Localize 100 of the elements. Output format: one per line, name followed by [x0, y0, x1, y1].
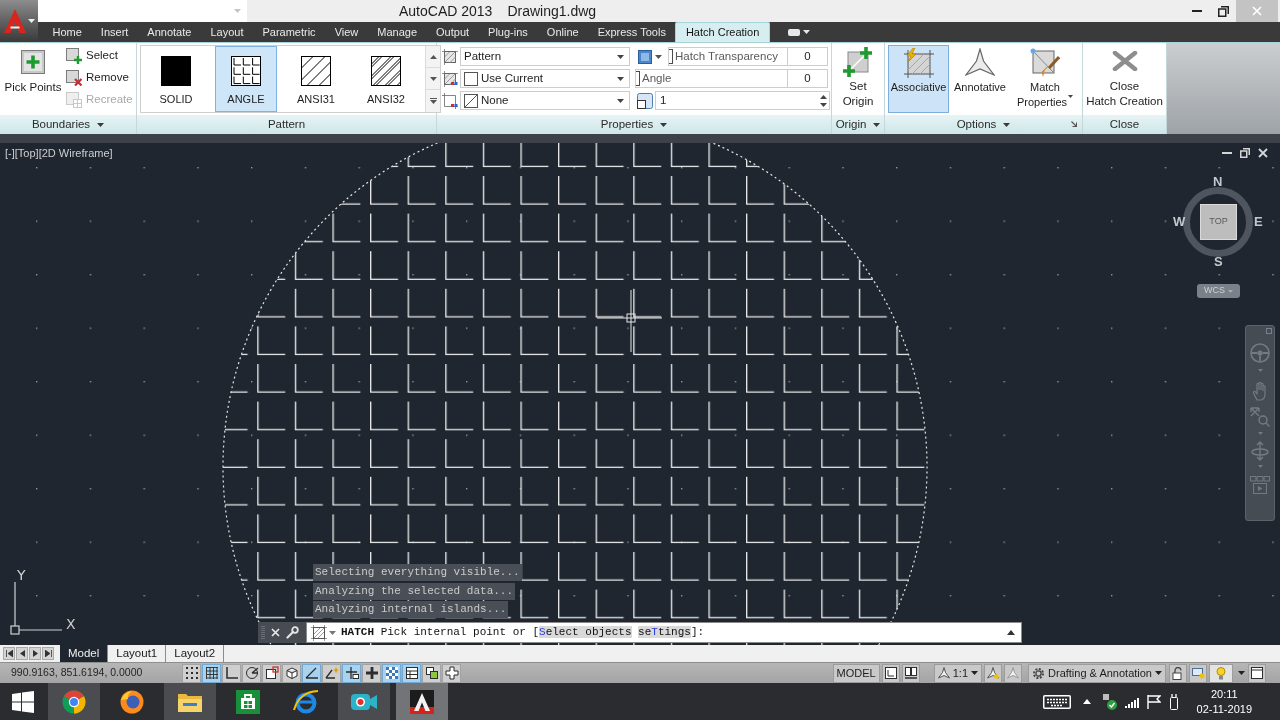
- caret-icon: [234, 9, 241, 13]
- value-field[interactable]: 0: [788, 47, 828, 66]
- panel-title-button[interactable]: Properties: [437, 115, 831, 134]
- network-status-button[interactable]: [1102, 693, 1117, 710]
- ribbon-tab[interactable]: Insert: [91, 22, 138, 42]
- command-input-field[interactable]: HATCH Pick internal point or [Select objects seTtings]:: [306, 622, 1022, 643]
- hardware-acceleration-button[interactable]: [1189, 663, 1207, 683]
- compass-ring[interactable]: [1183, 187, 1253, 257]
- hidden-icons-button[interactable]: [1082, 699, 1091, 704]
- ribbon-tab[interactable]: Home: [43, 22, 92, 42]
- pattern-swatch[interactable]: ANGLE: [215, 46, 277, 112]
- ribbon-tab[interactable]: Layout: [200, 22, 253, 42]
- ribbon-tab[interactable]: Express Tools: [588, 22, 676, 42]
- quick-properties-toggle[interactable]: [402, 663, 421, 683]
- model-tab[interactable]: Model: [60, 645, 109, 662]
- gallery-up-button[interactable]: [426, 46, 440, 68]
- ribbon-tab[interactable]: Output: [426, 22, 479, 42]
- toolbar-lock-button[interactable]: [1169, 663, 1187, 683]
- gallery-expand-button[interactable]: [426, 90, 440, 112]
- polar-toggle[interactable]: [242, 663, 261, 683]
- viewport-close-button[interactable]: [1258, 148, 1268, 158]
- viewcube-face[interactable]: TOP: [1200, 204, 1237, 240]
- spinner-button[interactable]: [820, 94, 827, 107]
- first-layout-button[interactable]: [3, 647, 15, 660]
- value-field[interactable]: 0: [788, 69, 828, 88]
- ribbon-tab[interactable]: Online: [537, 22, 589, 42]
- annotation-scale-button[interactable]: 1:1: [933, 663, 983, 683]
- annotative-button[interactable]: Annotative: [951, 45, 1009, 113]
- associative-button[interactable]: Associative: [888, 45, 949, 113]
- taskbar-app-button[interactable]: [396, 683, 448, 720]
- close-hatch-creation-button[interactable]: Close Hatch Creation: [1083, 43, 1166, 115]
- scale-field[interactable]: 1: [655, 91, 830, 110]
- set-origin-button[interactable]: Set Origin: [832, 43, 884, 115]
- notifications-flag-button[interactable]: [1146, 694, 1161, 709]
- object-tracking-toggle[interactable]: [302, 663, 321, 683]
- match-properties-button[interactable]: Match Properties: [1011, 45, 1079, 113]
- split-view-button[interactable]: [901, 663, 920, 683]
- panel-title-button[interactable]: Options: [956, 115, 1011, 134]
- ribbon-tab[interactable]: Parametric: [252, 22, 326, 42]
- status-menu-button[interactable]: [1238, 671, 1245, 675]
- annotation-monitor-toggle[interactable]: [442, 663, 461, 683]
- customize-button[interactable]: [286, 626, 299, 639]
- taskbar-app-button[interactable]: [164, 683, 216, 720]
- ribbon-tab[interactable]: View: [325, 22, 368, 42]
- gallery-down-button[interactable]: [426, 68, 440, 90]
- ribbon-tab[interactable]: Plug-ins: [478, 22, 538, 42]
- viewport-control[interactable]: [Top]: [14, 145, 39, 161]
- previous-layout-button[interactable]: [16, 647, 28, 660]
- dynamic-input-toggle[interactable]: [342, 663, 361, 683]
- panel-title-button[interactable]: Origin: [832, 115, 884, 134]
- caret-icon: [617, 76, 624, 81]
- selection-cycling-toggle[interactable]: [422, 663, 441, 683]
- select-button[interactable]: Select: [66, 45, 133, 67]
- slider-thumb[interactable]: [669, 49, 673, 64]
- transparency-type-button[interactable]: [635, 47, 665, 66]
- 3d-object-snap-toggle[interactable]: [282, 663, 301, 683]
- command-history-button[interactable]: [1007, 630, 1015, 635]
- clock-button[interactable]: 20:11 02-11-2019: [1196, 686, 1252, 717]
- touch-keyboard-button[interactable]: [1042, 694, 1071, 709]
- object-snap-toggle[interactable]: [262, 663, 281, 683]
- workspace-button[interactable]: Drafting & Annotation: [1028, 663, 1166, 683]
- slider-field[interactable]: Hatch Transparency: [668, 47, 788, 66]
- viewport-restore-button[interactable]: [1240, 148, 1250, 158]
- ribbon-tab[interactable]: Manage: [367, 22, 427, 42]
- annotation-visibility-button[interactable]: [984, 663, 1003, 683]
- layout-view-button[interactable]: [881, 663, 900, 683]
- minimize-icon: [1222, 152, 1232, 154]
- hatch-type-dropdown[interactable]: Pattern: [460, 47, 630, 66]
- model-space-button[interactable]: MODEL: [832, 663, 880, 683]
- triangle-down-icon: [429, 76, 437, 81]
- close-button[interactable]: [271, 628, 280, 637]
- ribbon-tab[interactable]: Annotate: [137, 22, 201, 42]
- tri-star-bulb-icon: [987, 667, 1000, 679]
- pick-points-button[interactable]: Pick Points: [2, 43, 64, 115]
- command-option[interactable]: seTtings: [638, 626, 691, 639]
- signal-button[interactable]: [1124, 695, 1139, 708]
- viewport-control[interactable]: [-]: [5, 145, 15, 161]
- snap-toggle[interactable]: [182, 663, 201, 683]
- slider-field[interactable]: Angle: [635, 69, 788, 88]
- command-option[interactable]: Select objects: [539, 626, 632, 639]
- ribbon-tab[interactable]: Hatch Creation: [675, 22, 770, 42]
- last-layout-button[interactable]: [42, 647, 54, 660]
- transparency-toggle[interactable]: [382, 663, 401, 683]
- background-color-dropdown[interactable]: None: [460, 91, 630, 110]
- hatch-color-dropdown[interactable]: Use Current: [460, 69, 630, 88]
- ortho-toggle[interactable]: [222, 663, 241, 683]
- application-menu-button[interactable]: [0, 0, 38, 42]
- next-layout-button[interactable]: [29, 647, 41, 660]
- panel-title-button[interactable]: Boundaries: [0, 115, 136, 134]
- isolate-objects-button[interactable]: [1209, 663, 1233, 683]
- lineweight-toggle[interactable]: [362, 663, 381, 683]
- command-prompt: HATCH Pick internal point or [Select objects seTtings]:: [341, 625, 705, 641]
- slider-thumb[interactable]: [636, 71, 640, 86]
- dynamic-ucs-toggle[interactable]: [322, 663, 341, 683]
- dialog-launcher-button[interactable]: [1071, 121, 1077, 127]
- viewport-control[interactable]: [2D Wireframe]: [38, 145, 113, 161]
- clean-screen-button[interactable]: [1248, 663, 1266, 683]
- remove-button[interactable]: Remove: [66, 67, 133, 89]
- thick-plus-icon: [364, 666, 379, 680]
- grid-toggle[interactable]: [202, 663, 221, 683]
